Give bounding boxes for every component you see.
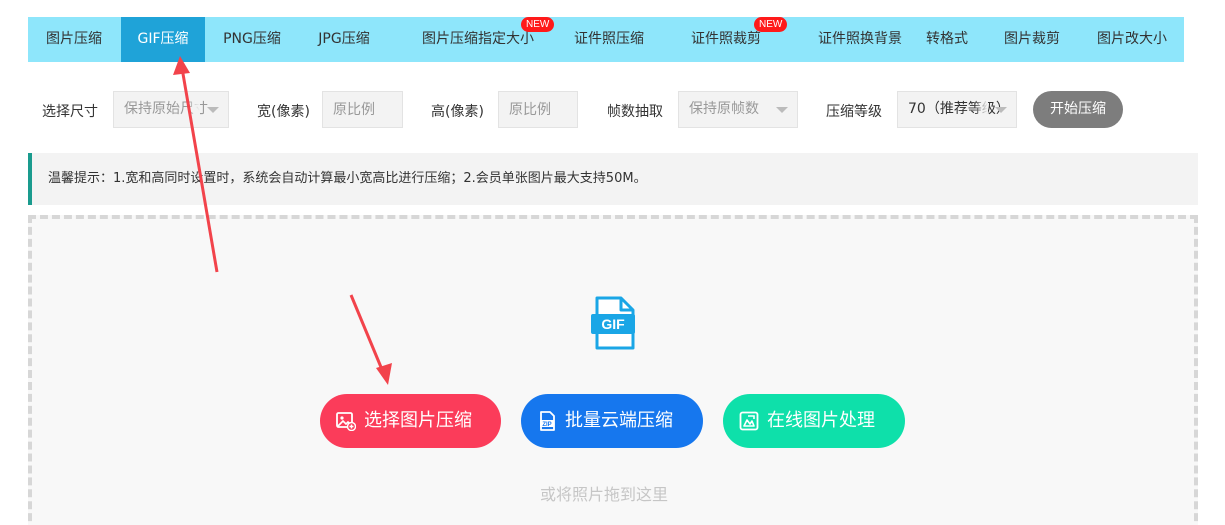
width-label: 宽(像素) <box>257 104 310 120</box>
select-image-button[interactable]: 选择图片压缩 <box>320 394 501 448</box>
width-input[interactable] <box>322 91 403 128</box>
height-input[interactable] <box>498 91 578 128</box>
select-image-button-label: 选择图片压缩 <box>364 410 472 431</box>
height-label: 高(像素) <box>431 104 484 120</box>
edit-image-icon <box>739 411 759 431</box>
drop-zone[interactable] <box>28 215 1198 525</box>
tab-image-compress[interactable]: 图片压缩 <box>28 17 120 62</box>
tab-label: 转格式 <box>926 31 968 47</box>
chevron-down-icon <box>207 107 219 113</box>
frames-select-value: 保持原帧数 <box>689 101 759 117</box>
tab-label: 图片压缩指定大小 <box>422 31 534 47</box>
tab-label: 证件照换背景 <box>818 31 902 47</box>
zip-file-icon: ZIP <box>540 411 555 431</box>
drag-hint: 或将照片拖到这里 <box>540 485 669 504</box>
gif-file-icon-text: GIF <box>601 316 625 332</box>
tab-gif-compress[interactable]: GIF压缩 <box>121 17 205 62</box>
tip-notice: 温馨提示：1.宽和高同时设置时，系统会自动计算最小宽高比进行压缩；2.会员单张图… <box>28 153 1198 205</box>
level-label: 压缩等级 <box>826 104 882 120</box>
new-badge: NEW <box>754 17 788 32</box>
size-label: 选择尺寸 <box>42 104 98 120</box>
tab-label: PNG压缩 <box>223 31 281 47</box>
chevron-down-icon <box>995 107 1007 113</box>
start-compress-button[interactable]: 开始压缩 <box>1033 91 1123 128</box>
tab-image-resize[interactable]: 图片改大小 <box>1086 17 1178 62</box>
frames-select[interactable]: 保持原帧数 <box>678 91 798 128</box>
tab-compress-to-size[interactable]: 图片压缩指定大小 NEW <box>403 17 555 62</box>
tab-id-photo-compress[interactable]: 证件照压缩 <box>561 17 657 62</box>
online-image-edit-button[interactable]: 在线图片处理 <box>723 394 905 448</box>
new-badge: NEW <box>521 17 555 32</box>
tab-label: 证件照裁剪 <box>691 31 761 47</box>
tab-bar: 图片压缩 GIF压缩 PNG压缩 JPG压缩 图片压缩指定大小 NEW 证件照压… <box>28 17 1184 62</box>
size-select[interactable]: 保持原始尺寸 <box>113 91 229 128</box>
frames-label: 帧数抽取 <box>607 104 663 120</box>
image-add-icon <box>336 412 356 431</box>
tab-label: 图片改大小 <box>1097 31 1167 47</box>
tab-label: 证件照压缩 <box>574 31 644 47</box>
online-image-edit-label: 在线图片处理 <box>767 410 875 431</box>
tab-jpg-compress[interactable]: JPG压缩 <box>299 17 389 62</box>
tab-label: JPG压缩 <box>318 31 370 47</box>
batch-cloud-compress-label: 批量云端压缩 <box>565 410 673 431</box>
tab-image-crop[interactable]: 图片裁剪 <box>992 17 1072 62</box>
gif-file-icon: GIF <box>591 296 635 350</box>
tab-label: GIF压缩 <box>137 31 189 47</box>
tab-id-photo-background[interactable]: 证件照换背景 <box>798 17 922 62</box>
level-select[interactable]: 70（推荐等级） <box>897 91 1017 128</box>
tab-label: 图片裁剪 <box>1004 31 1060 47</box>
chevron-down-icon <box>776 107 788 113</box>
page: 图片压缩 GIF压缩 PNG压缩 JPG压缩 图片压缩指定大小 NEW 证件照压… <box>0 0 1225 525</box>
tab-label: 图片压缩 <box>46 31 102 47</box>
tab-id-photo-crop[interactable]: 证件照裁剪 NEW <box>674 17 788 62</box>
batch-cloud-compress-button[interactable]: ZIP 批量云端压缩 <box>521 394 703 448</box>
svg-text:ZIP: ZIP <box>542 422 551 428</box>
tab-convert-format[interactable]: 转格式 <box>916 17 978 62</box>
tab-png-compress[interactable]: PNG压缩 <box>205 17 299 62</box>
